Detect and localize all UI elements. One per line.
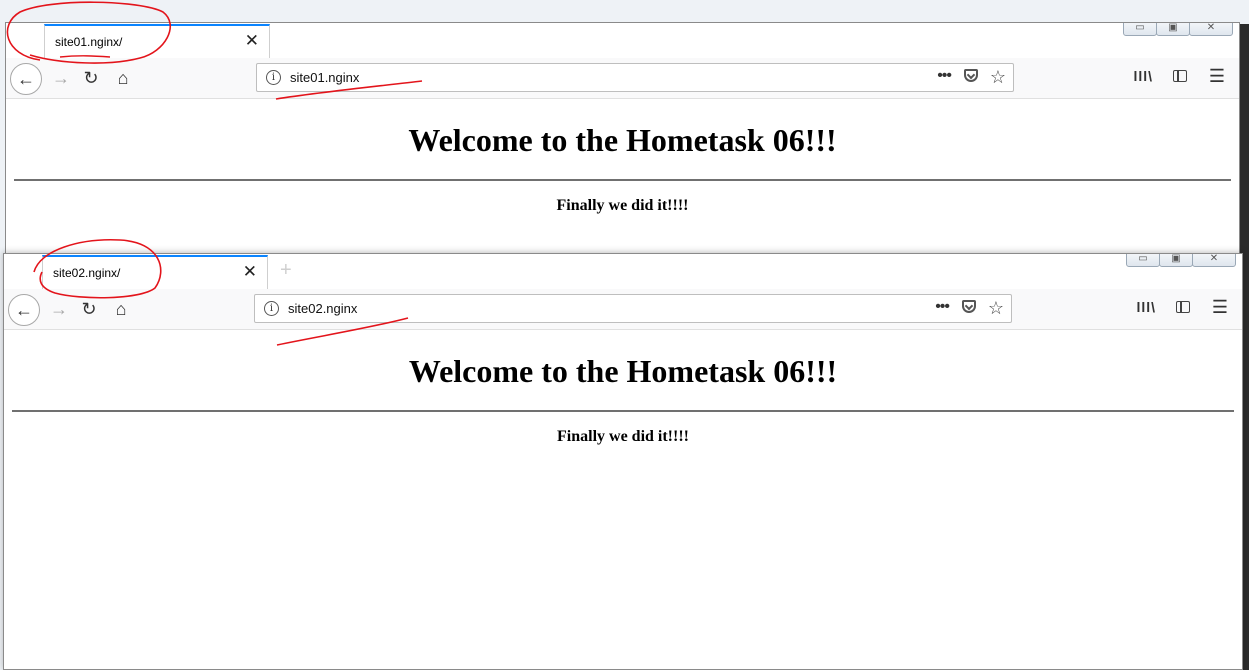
- navigation-toolbar: ← → ↻ ⌂ i site01.nginx ••• ☆ lll\ ☰: [6, 58, 1239, 99]
- page-text: Finally we did it!!!!: [557, 428, 689, 445]
- forward-arrow-icon[interactable]: →: [44, 294, 74, 324]
- minimize-icon[interactable]: ▭: [1126, 254, 1160, 267]
- browser-window-site02: site02.nginx/ ✕ + ▭ ▣ ✕ ← → ↻ ⌂ i site02…: [3, 253, 1243, 670]
- horizontal-rule: [12, 410, 1234, 412]
- tab-strip: site02.nginx/ ✕ + ▭ ▣ ✕: [4, 254, 1242, 290]
- page-content: Welcome to the Hometask 06!!! Finally we…: [4, 330, 1242, 669]
- back-arrow-icon[interactable]: ←: [10, 63, 42, 95]
- home-icon[interactable]: ⌂: [106, 294, 136, 324]
- window-controls: ▭ ▣ ✕: [1126, 254, 1236, 267]
- maximize-icon[interactable]: ▣: [1156, 23, 1190, 36]
- bookmark-star-icon[interactable]: ☆: [988, 298, 1004, 318]
- minimize-icon[interactable]: ▭: [1123, 23, 1157, 36]
- library-icon[interactable]: lll\: [1136, 299, 1156, 315]
- back-arrow-icon[interactable]: ←: [8, 294, 40, 326]
- pocket-icon[interactable]: [964, 69, 978, 82]
- address-text[interactable]: site01.nginx: [290, 70, 359, 85]
- library-icon[interactable]: lll\: [1133, 68, 1153, 84]
- pocket-icon[interactable]: [962, 300, 976, 313]
- page-info-icon[interactable]: i: [266, 70, 281, 85]
- navigation-toolbar: ← → ↻ ⌂ i site02.nginx ••• ☆ lll\ ☰: [4, 289, 1242, 330]
- window-controls: ▭ ▣ ✕: [1123, 23, 1233, 36]
- page-info-icon[interactable]: i: [264, 301, 279, 316]
- page-heading: Welcome to the Hometask 06!!!: [408, 353, 838, 389]
- reload-icon[interactable]: ↻: [74, 294, 104, 324]
- tab-site01[interactable]: site01.nginx/ ✕: [44, 24, 270, 58]
- maximize-icon[interactable]: ▣: [1159, 254, 1193, 267]
- tab-strip: site01.nginx/ ✕ ▭ ▣ ✕: [6, 23, 1239, 59]
- home-icon[interactable]: ⌂: [108, 63, 138, 93]
- address-text[interactable]: site02.nginx: [288, 301, 357, 316]
- page-content: Welcome to the Hometask 06!!! Finally we…: [6, 99, 1239, 266]
- browser-window-site01: site01.nginx/ ✕ ▭ ▣ ✕ ← → ↻ ⌂ i site01.n…: [5, 22, 1240, 267]
- close-icon[interactable]: ✕: [245, 32, 259, 50]
- sidebar-icon[interactable]: [1176, 301, 1190, 313]
- forward-arrow-icon[interactable]: →: [46, 63, 76, 93]
- close-icon[interactable]: ✕: [243, 263, 257, 281]
- page-text: Finally we did it!!!!: [556, 197, 689, 214]
- tab-site02[interactable]: site02.nginx/ ✕: [42, 255, 268, 289]
- tab-title: site01.nginx/: [55, 35, 123, 49]
- page-actions-icon[interactable]: •••: [935, 298, 950, 316]
- hamburger-menu-icon[interactable]: ☰: [1212, 297, 1228, 318]
- sidebar-icon[interactable]: [1173, 70, 1187, 82]
- window-close-icon[interactable]: ✕: [1192, 254, 1236, 267]
- window-close-icon[interactable]: ✕: [1189, 23, 1233, 36]
- tab-title: site02.nginx/: [53, 266, 121, 280]
- page-heading: Welcome to the Hometask 06!!!: [408, 122, 837, 158]
- bookmark-star-icon[interactable]: ☆: [990, 67, 1006, 87]
- new-tab-icon[interactable]: +: [280, 260, 292, 280]
- hamburger-menu-icon[interactable]: ☰: [1209, 66, 1225, 87]
- page-actions-icon[interactable]: •••: [937, 67, 952, 85]
- address-bar[interactable]: i site02.nginx ••• ☆: [254, 294, 1012, 323]
- horizontal-rule: [14, 179, 1231, 181]
- address-bar[interactable]: i site01.nginx ••• ☆: [256, 63, 1014, 92]
- reload-icon[interactable]: ↻: [76, 63, 106, 93]
